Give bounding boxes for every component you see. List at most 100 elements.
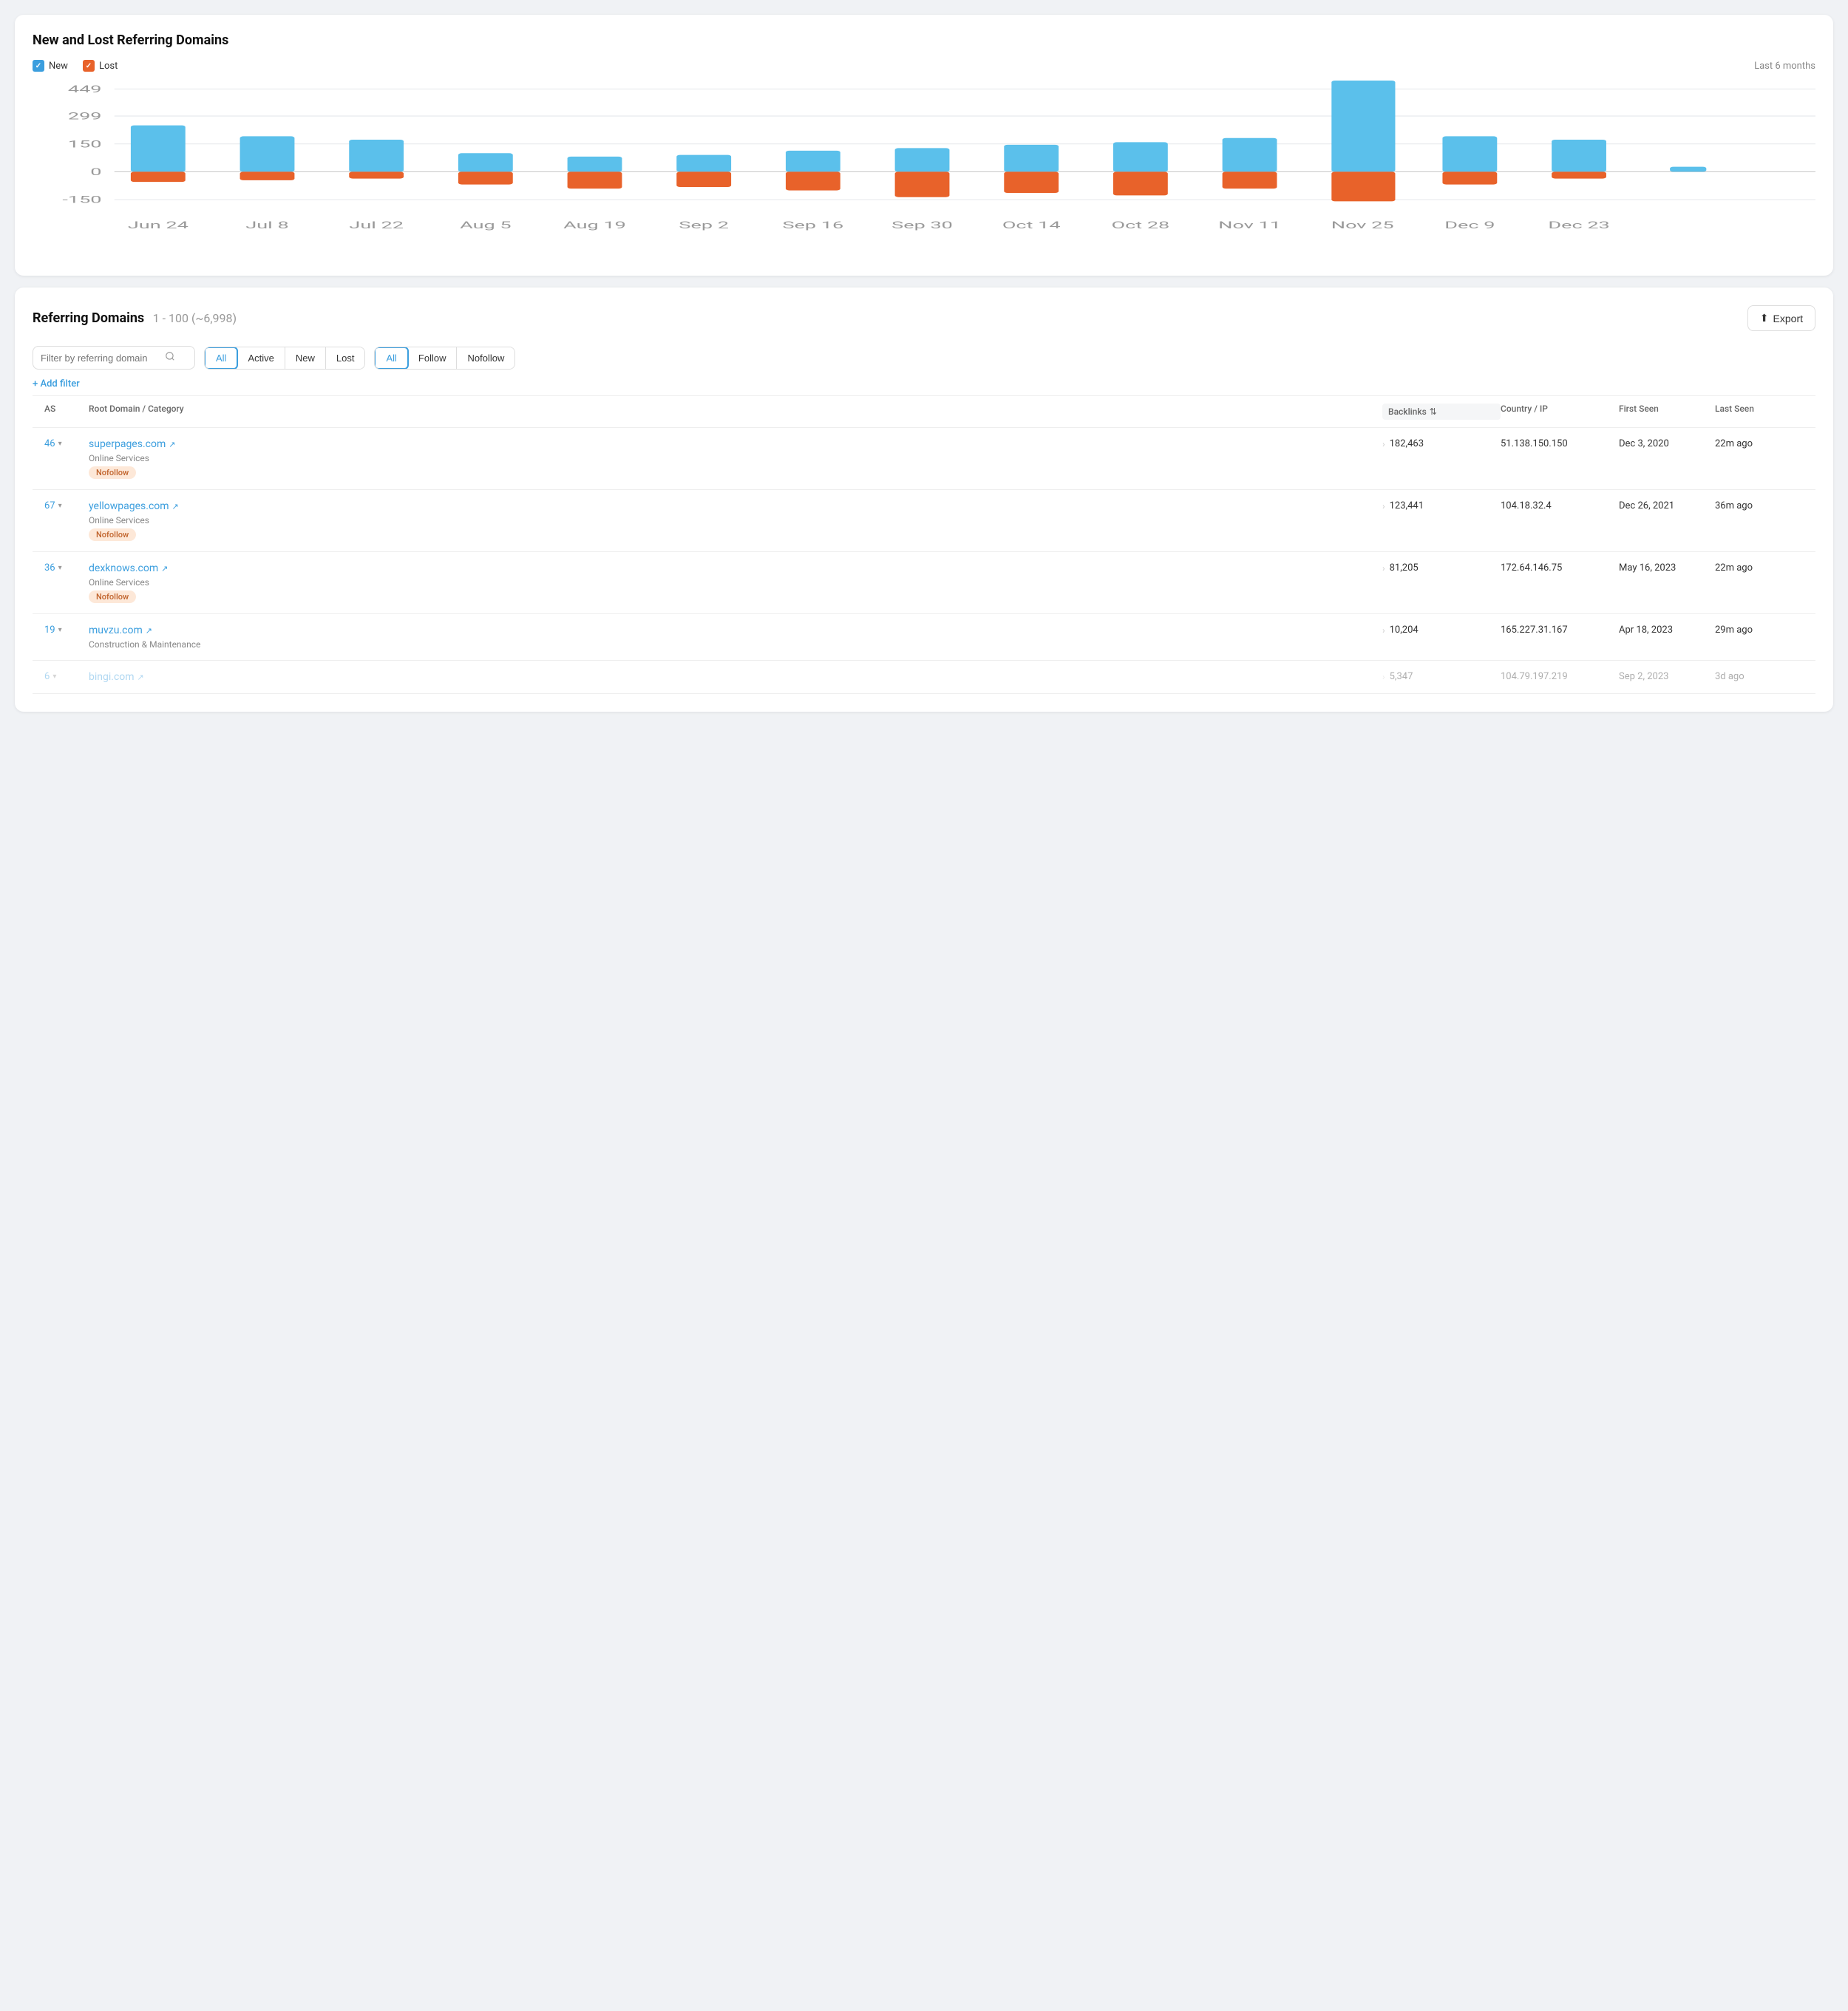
chevron-right-icon: › — [1382, 439, 1385, 449]
backlinks-count: 10,204 — [1390, 625, 1419, 636]
legend-new-label: New — [49, 61, 68, 72]
as-number[interactable]: 67 ▾ — [44, 500, 89, 511]
th-backlinks[interactable]: Backlinks ⇅ — [1382, 404, 1501, 420]
domain-link[interactable]: yellowpages.com ↗ — [89, 500, 1382, 512]
export-icon: ⬆ — [1760, 312, 1769, 324]
domain-cell: muvzu.com ↗ Construction & Maintenance — [89, 625, 1382, 650]
last-seen: 22m ago — [1715, 438, 1804, 449]
external-link-icon: ↗ — [137, 673, 144, 682]
table-row: 46 ▾ superpages.com ↗ Online Services No… — [33, 428, 1815, 490]
th-backlinks-label: Backlinks — [1388, 406, 1427, 417]
th-country-ip: Country / IP — [1501, 404, 1619, 420]
svg-text:-150: -150 — [62, 194, 101, 205]
last-seen: 22m ago — [1715, 562, 1804, 574]
legend-new: ✓ New — [33, 60, 68, 72]
search-input[interactable] — [41, 353, 159, 364]
export-label: Export — [1773, 313, 1803, 324]
backlinks-count: 123,441 — [1390, 500, 1424, 511]
domain-link[interactable]: bingi.com ↗ — [89, 671, 1382, 683]
chart-card: New and Lost Referring Domains ✓ New ✓ L… — [15, 15, 1833, 276]
sort-icon: ⇅ — [1430, 406, 1437, 417]
svg-text:Dec 23: Dec 23 — [1548, 220, 1609, 231]
external-link-icon: ↗ — [169, 440, 175, 449]
th-first-seen: First Seen — [1619, 404, 1715, 420]
backlinks-cell: › 182,463 — [1382, 438, 1501, 449]
external-link-icon: ↗ — [172, 502, 179, 511]
bar-chart-svg: 449 299 150 0 -150 — [33, 81, 1815, 258]
filter-lost[interactable]: Lost — [326, 347, 365, 369]
svg-text:Jun 24: Jun 24 — [128, 220, 188, 231]
first-seen: Dec 3, 2020 — [1619, 438, 1715, 449]
country-ip: 172.64.146.75 — [1501, 562, 1619, 574]
table-container: AS Root Domain / Category Backlinks ⇅ Co… — [33, 395, 1815, 694]
backlinks-cell: › 123,441 — [1382, 500, 1501, 511]
follow-filter-group: All Follow Nofollow — [374, 347, 515, 370]
country-ip: 104.18.32.4 — [1501, 500, 1619, 511]
backlinks-cell: › 10,204 — [1382, 625, 1501, 636]
last-seen: 29m ago — [1715, 625, 1804, 636]
domain-cell: dexknows.com ↗ Online Services Nofollow — [89, 562, 1382, 603]
export-button[interactable]: ⬆ Export — [1747, 305, 1815, 331]
section-title: Referring Domains — [33, 310, 144, 326]
country-ip: 104.79.197.219 — [1501, 671, 1619, 682]
add-filter[interactable]: + Add filter — [33, 378, 1815, 389]
chart-legend: ✓ New ✓ Lost Last 6 months — [33, 60, 1815, 72]
filter-all-follow[interactable]: All — [374, 347, 408, 370]
backlinks-count: 5,347 — [1390, 671, 1413, 682]
filter-nofollow[interactable]: Nofollow — [457, 347, 514, 369]
chevron-down-icon: ▾ — [58, 502, 62, 510]
nofollow-badge: Nofollow — [89, 466, 136, 479]
domain-category: Online Services — [89, 453, 1382, 463]
svg-text:Sep 30: Sep 30 — [891, 220, 953, 231]
svg-text:Sep 2: Sep 2 — [679, 220, 729, 231]
table-row: 6 ▾ bingi.com ↗ › 5,347 104.79.197.219 S… — [33, 661, 1815, 694]
chevron-right-icon: › — [1382, 563, 1385, 574]
table-row: 36 ▾ dexknows.com ↗ Online Services Nofo… — [33, 552, 1815, 614]
add-filter-label: + Add filter — [33, 378, 80, 389]
last-seen: 3d ago — [1715, 671, 1804, 682]
backlinks-cell: › 81,205 — [1382, 562, 1501, 574]
backlinks-cell: › 5,347 — [1382, 671, 1501, 682]
domain-link[interactable]: dexknows.com ↗ — [89, 562, 1382, 574]
chart-time-range: Last 6 months — [1754, 61, 1815, 72]
th-last-seen: Last Seen — [1715, 404, 1804, 420]
filter-follow[interactable]: Follow — [408, 347, 458, 369]
search-icon — [165, 351, 175, 364]
legend-lost-checkbox[interactable]: ✓ — [83, 60, 95, 72]
th-domain: Root Domain / Category — [89, 404, 1382, 420]
section-title-group: Referring Domains 1 - 100 (~6,998) — [33, 310, 237, 326]
chevron-down-icon: ▾ — [58, 564, 62, 572]
svg-text:150: 150 — [68, 139, 102, 150]
as-number[interactable]: 46 ▾ — [44, 438, 89, 449]
domain-category: Construction & Maintenance — [89, 639, 1382, 650]
first-seen: Dec 26, 2021 — [1619, 500, 1715, 511]
as-number[interactable]: 36 ▾ — [44, 562, 89, 574]
external-link-icon: ↗ — [161, 564, 168, 574]
filter-all-status[interactable]: All — [204, 347, 238, 370]
filter-active[interactable]: Active — [237, 347, 285, 369]
as-number[interactable]: 6 ▾ — [44, 671, 89, 682]
chart-title: New and Lost Referring Domains — [33, 33, 1815, 48]
search-box[interactable] — [33, 346, 195, 370]
first-seen: Sep 2, 2023 — [1619, 671, 1715, 682]
chevron-down-icon: ▾ — [52, 673, 56, 681]
backlinks-count: 182,463 — [1390, 438, 1424, 449]
svg-text:Oct 14: Oct 14 — [1002, 220, 1061, 231]
domain-link[interactable]: superpages.com ↗ — [89, 438, 1382, 450]
legend-lost-label: Lost — [99, 61, 118, 72]
domain-link[interactable]: muvzu.com ↗ — [89, 625, 1382, 636]
section-header: Referring Domains 1 - 100 (~6,998) ⬆ Exp… — [33, 305, 1815, 331]
svg-text:Jul 22: Jul 22 — [349, 220, 404, 231]
domain-category: Online Services — [89, 577, 1382, 588]
domain-cell: yellowpages.com ↗ Online Services Nofoll… — [89, 500, 1382, 541]
svg-text:0: 0 — [90, 167, 101, 178]
first-seen: May 16, 2023 — [1619, 562, 1715, 574]
svg-text:Aug 5: Aug 5 — [460, 220, 512, 231]
status-filter-group: All Active New Lost — [204, 347, 365, 370]
chevron-right-icon: › — [1382, 625, 1385, 636]
legend-new-checkbox[interactable]: ✓ — [33, 60, 44, 72]
chevron-down-icon: ▾ — [58, 626, 62, 634]
filter-new[interactable]: New — [285, 347, 326, 369]
table-row: 67 ▾ yellowpages.com ↗ Online Services N… — [33, 490, 1815, 552]
as-number[interactable]: 19 ▾ — [44, 625, 89, 636]
